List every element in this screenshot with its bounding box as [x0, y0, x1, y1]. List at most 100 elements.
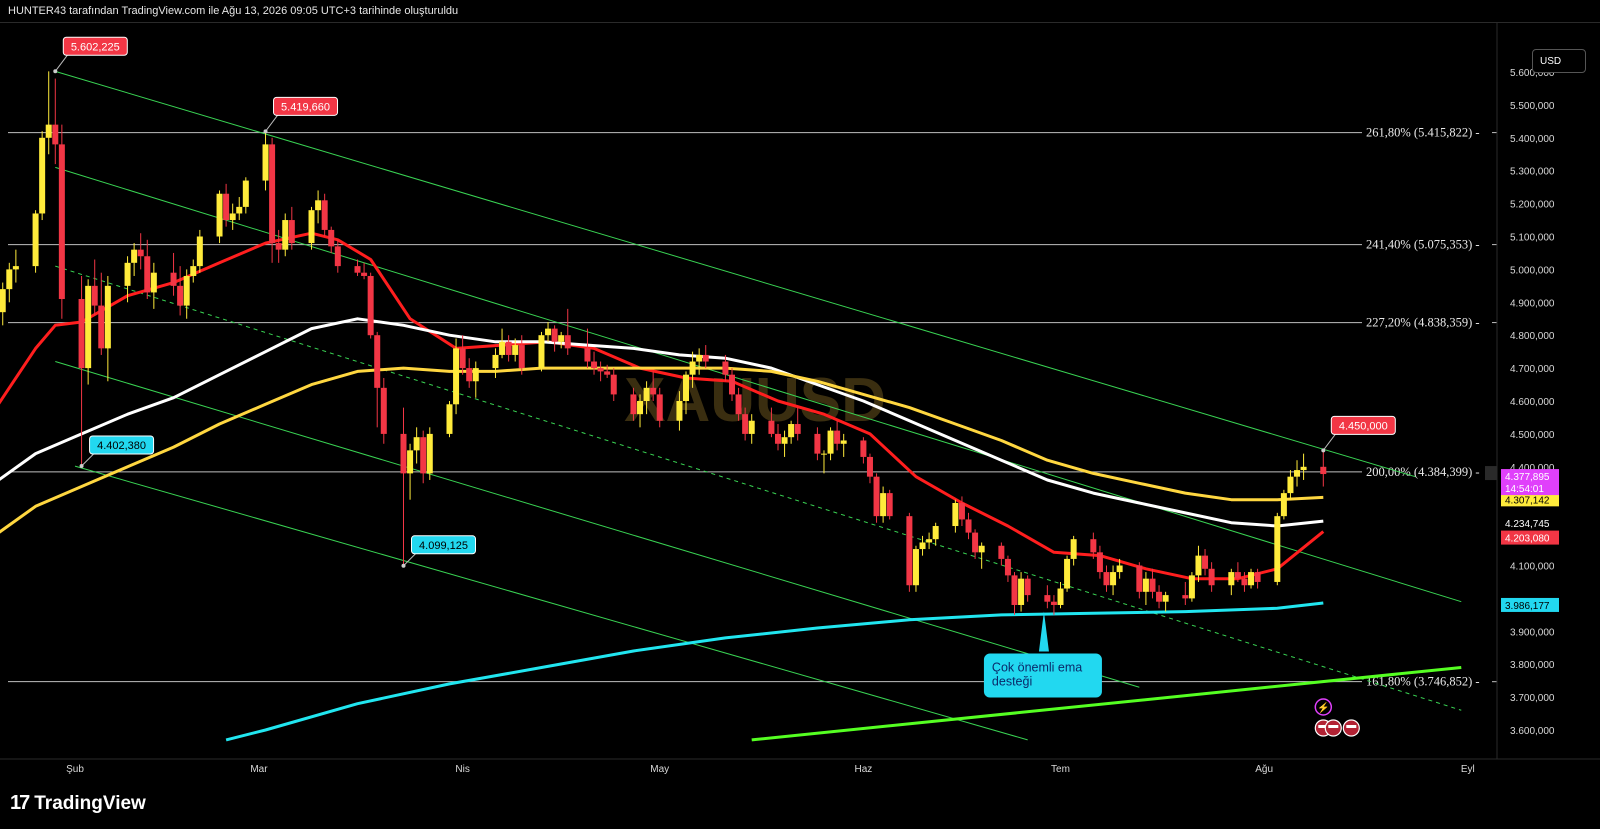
- candle-body: [321, 200, 328, 230]
- y-tick-label: 5.300,000: [1510, 167, 1555, 178]
- candle-body: [190, 266, 197, 276]
- x-tick-label: Şub: [66, 764, 84, 775]
- candle-body: [597, 368, 604, 372]
- y-tick-label: 4.100,000: [1510, 562, 1555, 573]
- candle-body: [131, 249, 138, 263]
- x-tick-label: Mar: [250, 764, 268, 775]
- x-tick-label: Nis: [455, 764, 469, 775]
- y-tick-label: 5.500,000: [1510, 101, 1555, 112]
- callout-pointer: [81, 453, 94, 467]
- candle-body: [1280, 493, 1287, 517]
- candle: [702, 345, 709, 369]
- candle: [788, 420, 795, 444]
- candle: [551, 325, 558, 352]
- y-tick-label: 5.000,000: [1510, 265, 1555, 276]
- candle-body: [242, 180, 249, 207]
- candle: [1110, 565, 1117, 596]
- candle-body: [545, 328, 552, 336]
- candle-body: [1274, 516, 1281, 582]
- candle-body: [551, 328, 558, 342]
- candle-body: [216, 193, 223, 237]
- channel-line: [55, 265, 1462, 711]
- candle: [288, 206, 295, 250]
- candle: [98, 272, 105, 355]
- y-tick-label: 4.800,000: [1510, 331, 1555, 342]
- candle-body: [604, 371, 611, 375]
- candle: [380, 377, 387, 444]
- chart-area[interactable]: XAUUSD 261,80% (5.415,822) -241,40% (5.07…: [0, 22, 1600, 778]
- candle: [407, 443, 414, 500]
- candle-body: [650, 387, 657, 395]
- x-tick-label: May: [650, 764, 669, 775]
- candle-body: [840, 440, 847, 444]
- x-tick-label: Haz: [855, 764, 873, 775]
- price-chart[interactable]: XAUUSD261,80% (5.415,822) -241,40% (5.07…: [0, 23, 1600, 777]
- candle-body: [696, 354, 703, 362]
- candle: [190, 259, 197, 283]
- candle-body: [269, 144, 276, 244]
- candle-body: [124, 262, 131, 286]
- candle: [558, 331, 565, 349]
- candle-body: [880, 493, 887, 517]
- candle-body: [512, 345, 519, 355]
- candle-body: [144, 256, 151, 293]
- fib-label: 241,40% (5.075,353) -: [1366, 238, 1480, 252]
- candle-body: [689, 361, 696, 375]
- y-tick-label: 3.900,000: [1510, 627, 1555, 638]
- tradingview-logo[interactable]: 17 TradingView: [10, 792, 146, 815]
- candle-body: [564, 335, 571, 349]
- candle-body: [834, 430, 841, 444]
- y-tick-label: 3.600,000: [1510, 726, 1555, 737]
- candle-body: [170, 272, 177, 286]
- x-tick-label: Ağu: [1255, 764, 1273, 775]
- candle-body: [446, 404, 453, 434]
- candle-body: [1241, 578, 1248, 586]
- candle: [1050, 595, 1057, 615]
- candle: [860, 437, 867, 464]
- candle: [1011, 572, 1018, 615]
- candle: [6, 262, 13, 303]
- candle: [150, 262, 157, 309]
- candle-body: [886, 493, 893, 517]
- candle: [315, 190, 322, 224]
- candle-body: [466, 368, 473, 382]
- callout-pointer: [403, 553, 416, 567]
- candle-body: [1096, 552, 1103, 573]
- y-tick-label: 4.700,000: [1510, 364, 1555, 375]
- y-tick-label: 3.700,000: [1510, 693, 1555, 704]
- flag-stripe: [1346, 725, 1357, 728]
- candle-body: [229, 213, 236, 221]
- candle: [374, 331, 381, 428]
- candle-body: [223, 193, 230, 221]
- tradingview-logo-icon: 17: [10, 792, 30, 814]
- candle-body: [1018, 578, 1025, 605]
- candle: [866, 453, 873, 484]
- candle: [886, 489, 893, 520]
- candle-body: [788, 424, 795, 438]
- candle: [1044, 585, 1051, 609]
- candle: [196, 229, 203, 273]
- candle: [466, 358, 473, 388]
- brand-name: TradingView: [34, 792, 146, 814]
- candle-body: [958, 502, 965, 520]
- candle-body: [308, 210, 315, 244]
- candle: [1018, 572, 1025, 612]
- candle-body: [1136, 565, 1143, 592]
- candle: [367, 272, 374, 339]
- candle: [354, 259, 361, 276]
- candle-body: [1070, 539, 1077, 559]
- callout-anchor: [401, 563, 406, 568]
- candle-body: [91, 285, 98, 306]
- callout-text: 4.450,000: [1339, 420, 1388, 432]
- callout-pointer: [1322, 434, 1336, 451]
- candle-body: [860, 440, 867, 457]
- candle-body: [820, 453, 827, 455]
- y-tick-label: 3.800,000: [1510, 660, 1555, 671]
- last-price-label: 4.377,895: [1505, 472, 1550, 483]
- candle-body: [45, 124, 52, 138]
- candle-body: [453, 348, 460, 405]
- candle: [269, 137, 276, 263]
- currency-button[interactable]: USD: [1532, 49, 1586, 73]
- candle-body: [183, 275, 190, 306]
- candle-body: [1188, 575, 1195, 599]
